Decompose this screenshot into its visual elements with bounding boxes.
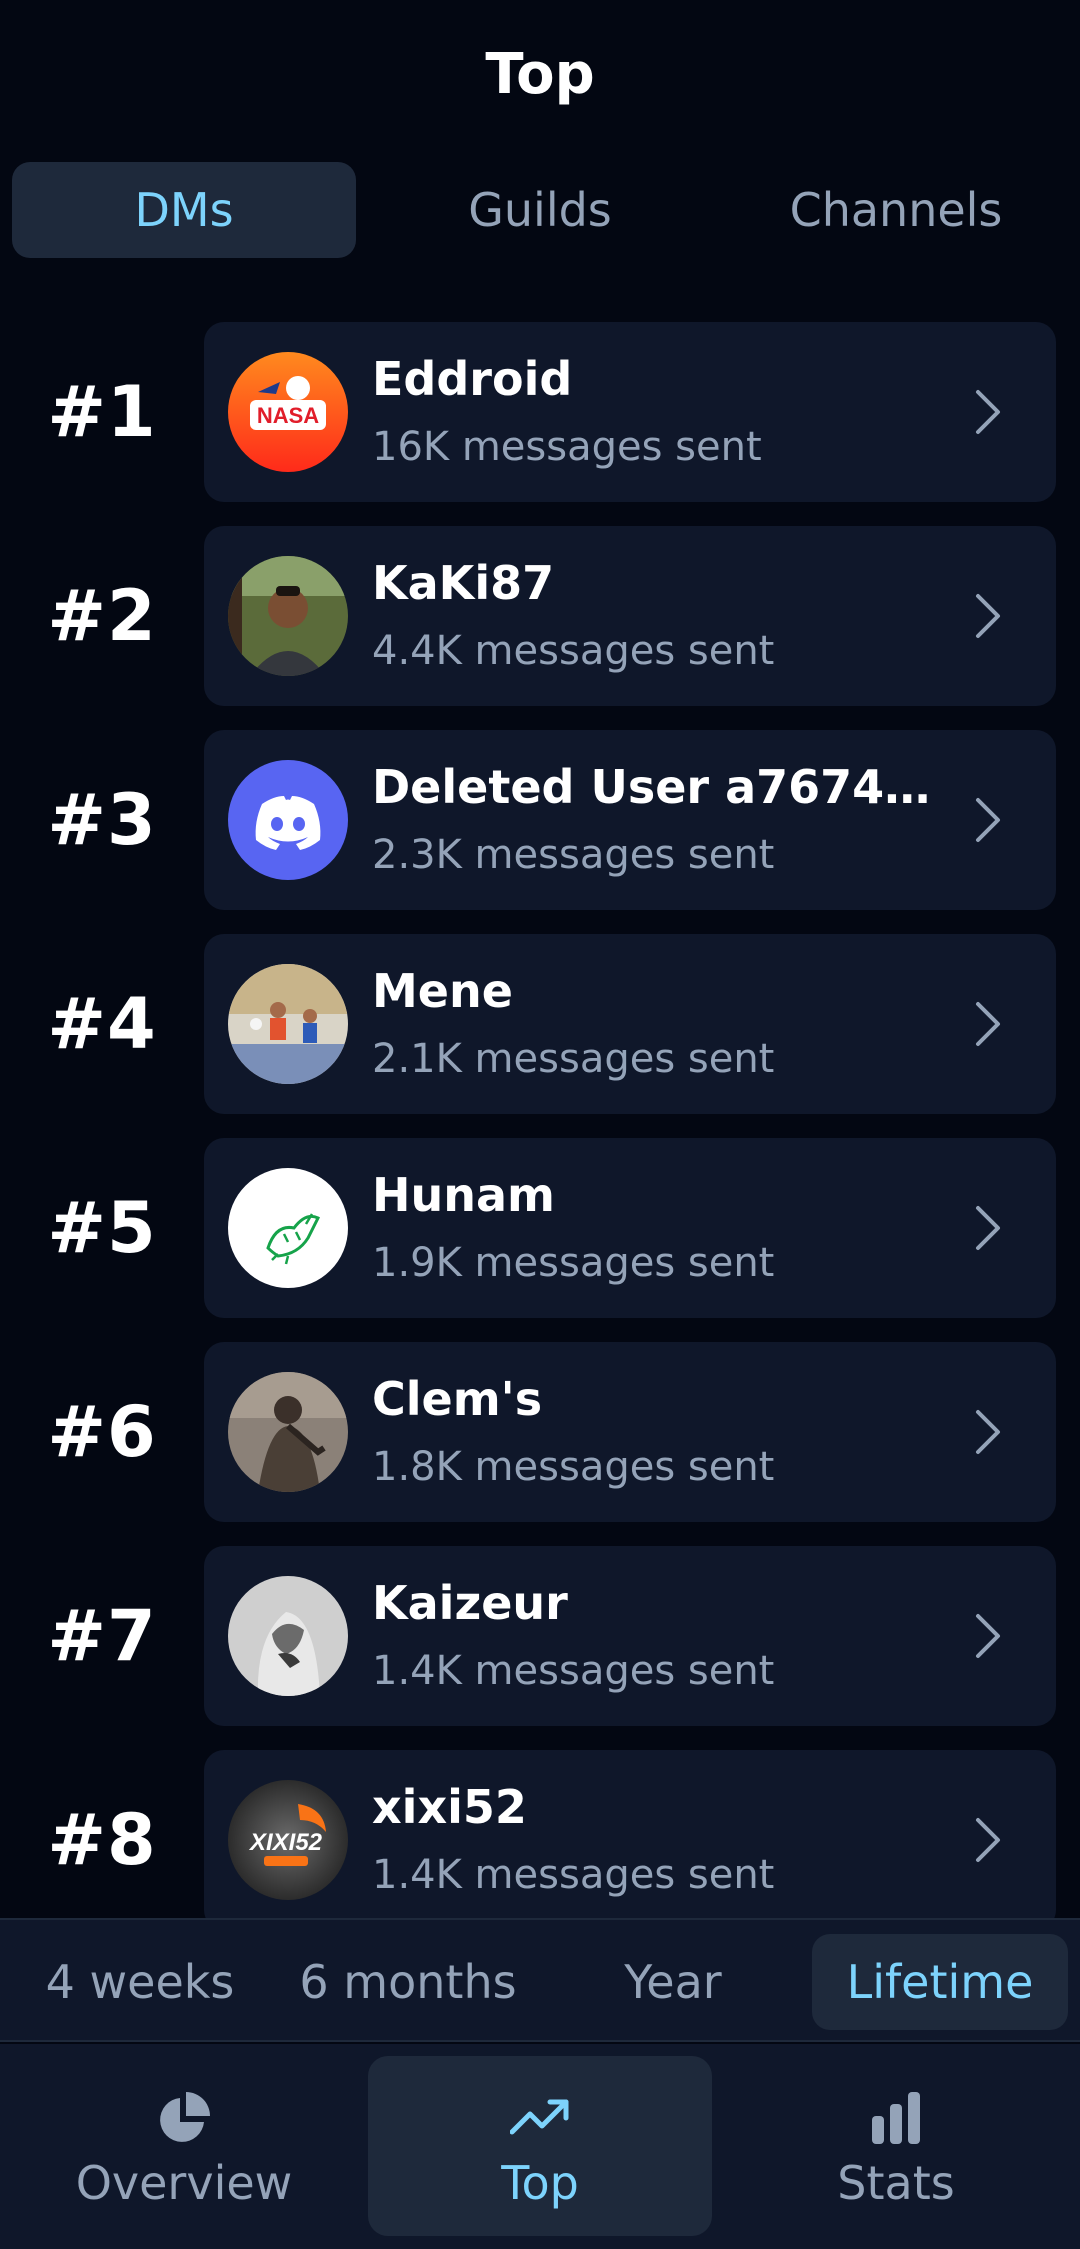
- user-name: Eddroid: [372, 352, 573, 406]
- nav-top-label: Top: [501, 2156, 579, 2210]
- chevron-right-icon: [956, 584, 1020, 648]
- bar-chart-icon: [866, 2088, 926, 2148]
- xixi52-logo-text: XIXI52: [248, 1829, 323, 1856]
- list-item: #2 KaKi87 4.4K messages sent: [0, 526, 1080, 706]
- chevron-right-icon: [956, 380, 1020, 444]
- user-name: Deleted User a767408…: [372, 760, 932, 814]
- list-item: #5 Hunam 1.9K messages sent: [0, 1138, 1080, 1318]
- chevron-right-icon: [956, 992, 1020, 1056]
- discord-logo-avatar: [228, 760, 348, 880]
- nasa-logo-avatar: NASA: [228, 352, 348, 472]
- user-name: Kaizeur: [372, 1576, 568, 1630]
- message-count: 1.4K messages sent: [372, 1648, 775, 1694]
- rank-label: #2: [47, 575, 157, 657]
- pie-chart-icon: [154, 2088, 214, 2148]
- user-card[interactable]: Clem's 1.8K messages sent: [204, 1342, 1056, 1522]
- list-item: #8 XIXI52 xixi52 1.4K messages sent: [0, 1750, 1080, 1918]
- trending-up-icon: [510, 2088, 570, 2148]
- user-name: KaKi87: [372, 556, 555, 610]
- user-card[interactable]: Hunam 1.9K messages sent: [204, 1138, 1056, 1318]
- xixi52-logo-avatar: XIXI52: [228, 1780, 348, 1900]
- chevron-right-icon: [956, 1196, 1020, 1260]
- tab-channels[interactable]: Channels: [724, 162, 1068, 258]
- top-page: Top DMs Guilds Channels #1 NASA Eddroid …: [0, 0, 1080, 2249]
- rank-label: #6: [47, 1391, 157, 1473]
- message-count: 2.3K messages sent: [372, 832, 775, 878]
- list-item: #7 Kaizeur 1.4K messages sent: [0, 1546, 1080, 1726]
- nav-top[interactable]: Top: [368, 2056, 712, 2236]
- user-name: xixi52: [372, 1780, 527, 1834]
- person-photo-avatar: [228, 556, 348, 676]
- list-item: #3 Deleted User a767408… 2.3K messages s…: [0, 730, 1080, 910]
- user-name: Hunam: [372, 1168, 555, 1222]
- chevron-right-icon: [956, 1604, 1020, 1668]
- user-name: Clem's: [372, 1372, 543, 1426]
- category-tabs: DMs Guilds Channels: [12, 162, 1068, 260]
- user-card[interactable]: Mene 2.1K messages sent: [204, 934, 1056, 1114]
- list-item: #6 Clem's 1.8K messages sent: [0, 1342, 1080, 1522]
- nav-stats-label: Stats: [837, 2156, 955, 2210]
- range-6-months[interactable]: 6 months: [280, 1934, 536, 2030]
- list-item: #1 NASA Eddroid 16K messages sent: [0, 322, 1080, 502]
- list-item: #4 Mene 2.1K messages sent: [0, 934, 1080, 1114]
- time-range-selector: 4 weeks 6 months Year Lifetime: [0, 1918, 1080, 2042]
- range-4-weeks[interactable]: 4 weeks: [20, 1934, 260, 2030]
- desert-figure-avatar: [228, 1372, 348, 1492]
- rank-label: #7: [47, 1595, 157, 1677]
- message-count: 1.4K messages sent: [372, 1852, 775, 1898]
- user-name: Mene: [372, 964, 513, 1018]
- rank-label: #4: [47, 983, 157, 1065]
- rank-label: #3: [47, 779, 157, 861]
- top-dms-list: #1 NASA Eddroid 16K messages sent #2 KaK…: [0, 322, 1080, 1918]
- hooded-person-avatar: [228, 1576, 348, 1696]
- rank-label: #5: [47, 1187, 157, 1269]
- message-count: 2.1K messages sent: [372, 1036, 775, 1082]
- user-card[interactable]: XIXI52 xixi52 1.4K messages sent: [204, 1750, 1056, 1918]
- tab-dms[interactable]: DMs: [12, 162, 356, 258]
- user-card[interactable]: NASA Eddroid 16K messages sent: [204, 322, 1056, 502]
- message-count: 1.8K messages sent: [372, 1444, 775, 1490]
- chevron-right-icon: [956, 1808, 1020, 1872]
- green-drawing-avatar: [228, 1168, 348, 1288]
- range-year[interactable]: Year: [560, 1934, 786, 2030]
- page-title: Top: [485, 42, 595, 107]
- nasa-logo-text: NASA: [257, 403, 319, 428]
- message-count: 1.9K messages sent: [372, 1240, 775, 1286]
- bottom-nav: Overview Top Stats: [0, 2044, 1080, 2249]
- tab-guilds[interactable]: Guilds: [368, 162, 712, 258]
- nav-overview[interactable]: Overview: [12, 2056, 356, 2236]
- nav-overview-label: Overview: [75, 2156, 293, 2210]
- message-count: 4.4K messages sent: [372, 628, 775, 674]
- rank-label: #8: [47, 1799, 157, 1881]
- message-count: 16K messages sent: [372, 424, 762, 470]
- user-card[interactable]: Deleted User a767408… 2.3K messages sent: [204, 730, 1056, 910]
- chevron-right-icon: [956, 788, 1020, 852]
- user-card[interactable]: Kaizeur 1.4K messages sent: [204, 1546, 1056, 1726]
- range-lifetime[interactable]: Lifetime: [812, 1934, 1068, 2030]
- chevron-right-icon: [956, 1400, 1020, 1464]
- rank-label: #1: [47, 371, 157, 453]
- user-card[interactable]: KaKi87 4.4K messages sent: [204, 526, 1056, 706]
- handball-photo-avatar: [228, 964, 348, 1084]
- nav-stats[interactable]: Stats: [724, 2056, 1068, 2236]
